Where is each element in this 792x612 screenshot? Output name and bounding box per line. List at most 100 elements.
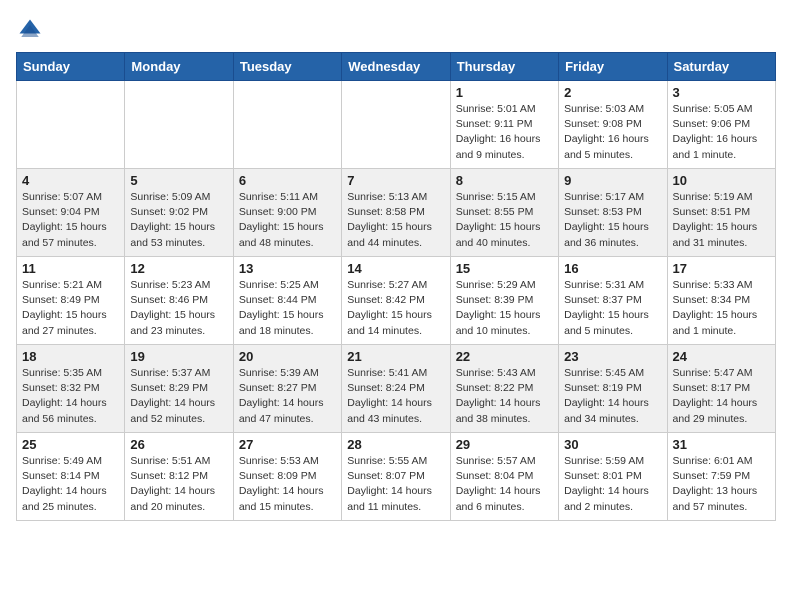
day-number: 22 [456, 349, 553, 364]
day-info: Sunrise: 5:13 AM Sunset: 8:58 PM Dayligh… [347, 190, 444, 251]
day-number: 14 [347, 261, 444, 276]
day-number: 7 [347, 173, 444, 188]
day-number: 28 [347, 437, 444, 452]
calendar-cell: 10 Sunrise: 5:19 AM Sunset: 8:51 PM Dayli… [667, 169, 775, 257]
calendar-cell: 28Sunrise: 5:55 AM Sunset: 8:07 PM Dayli… [342, 433, 450, 521]
weekday-header-tuesday: Tuesday [233, 53, 341, 81]
weekday-header-friday: Friday [559, 53, 667, 81]
calendar-cell: 9Sunrise: 5:17 AM Sunset: 8:53 PM Daylig… [559, 169, 667, 257]
day-info: Sunrise: 5:15 AM Sunset: 8:55 PM Dayligh… [456, 190, 553, 251]
day-number: 24 [673, 349, 770, 364]
calendar-week-5: 25 Sunrise: 5:49 AM Sunset: 8:14 PM Dayli… [17, 433, 776, 521]
calendar-cell: 19 Sunrise: 5:37 AM Sunset: 8:29 PM Dayli… [125, 345, 233, 433]
day-info: Sunrise: 5:45 AM Sunset: 8:19 PM Dayligh… [564, 366, 661, 427]
calendar-cell: 6 Sunrise: 5:11 AM Sunset: 9:00 PM Daylig… [233, 169, 341, 257]
day-number: 26 [130, 437, 227, 452]
calendar-cell [233, 81, 341, 169]
calendar-cell: 18 Sunrise: 5:35 AM Sunset: 8:32 PM Dayli… [17, 345, 125, 433]
day-number: 23 [564, 349, 661, 364]
calendar-week-1: 1 Sunrise: 5:01 AM Sunset: 9:11 PM Daylig… [17, 81, 776, 169]
day-info: Sunrise: 5:29 AM Sunset: 8:39 PM Dayligh… [456, 278, 553, 339]
day-number: 20 [239, 349, 336, 364]
day-number: 25 [22, 437, 119, 452]
calendar-cell: 5 Sunrise: 5:09 AM Sunset: 9:02 PM Daylig… [125, 169, 233, 257]
day-number: 9 [564, 173, 661, 188]
day-info: Sunrise: 5:43 AM Sunset: 8:22 PM Dayligh… [456, 366, 553, 427]
day-info: Sunrise: 5:51 AM Sunset: 8:12 PM Dayligh… [130, 454, 227, 515]
day-number: 5 [130, 173, 227, 188]
calendar-cell [17, 81, 125, 169]
calendar-cell: 30 Sunrise: 5:59 AM Sunset: 8:01 PM Dayli… [559, 433, 667, 521]
day-info: Sunrise: 5:53 AM Sunset: 8:09 PM Dayligh… [239, 454, 336, 515]
calendar-cell: 1 Sunrise: 5:01 AM Sunset: 9:11 PM Daylig… [450, 81, 558, 169]
day-info: Sunrise: 5:35 AM Sunset: 8:32 PM Dayligh… [22, 366, 119, 427]
calendar-cell: 16Sunrise: 5:31 AM Sunset: 8:37 PM Dayli… [559, 257, 667, 345]
calendar-table: SundayMondayTuesdayWednesdayThursdayFrid… [16, 52, 776, 521]
day-number: 10 [673, 173, 770, 188]
logo-icon [16, 16, 44, 44]
calendar-week-3: 11 Sunrise: 5:21 AM Sunset: 8:49 PM Dayli… [17, 257, 776, 345]
calendar-cell: 24 Sunrise: 5:47 AM Sunset: 8:17 PM Dayli… [667, 345, 775, 433]
calendar-cell: 17 Sunrise: 5:33 AM Sunset: 8:34 PM Dayli… [667, 257, 775, 345]
calendar-cell [342, 81, 450, 169]
calendar-cell: 11 Sunrise: 5:21 AM Sunset: 8:49 PM Dayli… [17, 257, 125, 345]
day-number: 30 [564, 437, 661, 452]
weekday-header-sunday: Sunday [17, 53, 125, 81]
day-number: 21 [347, 349, 444, 364]
day-number: 8 [456, 173, 553, 188]
calendar-cell: 31Sunrise: 6:01 AM Sunset: 7:59 PM Dayli… [667, 433, 775, 521]
day-number: 1 [456, 85, 553, 100]
day-number: 4 [22, 173, 119, 188]
day-info: Sunrise: 5:09 AM Sunset: 9:02 PM Dayligh… [130, 190, 227, 251]
day-number: 29 [456, 437, 553, 452]
day-number: 15 [456, 261, 553, 276]
day-info: Sunrise: 5:47 AM Sunset: 8:17 PM Dayligh… [673, 366, 770, 427]
day-info: Sunrise: 5:59 AM Sunset: 8:01 PM Dayligh… [564, 454, 661, 515]
calendar-cell: 26 Sunrise: 5:51 AM Sunset: 8:12 PM Dayli… [125, 433, 233, 521]
day-info: Sunrise: 5:49 AM Sunset: 8:14 PM Dayligh… [22, 454, 119, 515]
weekday-header-thursday: Thursday [450, 53, 558, 81]
day-info: Sunrise: 5:03 AM Sunset: 9:08 PM Dayligh… [564, 102, 661, 163]
calendar-cell [125, 81, 233, 169]
day-info: Sunrise: 5:07 AM Sunset: 9:04 PM Dayligh… [22, 190, 119, 251]
day-number: 18 [22, 349, 119, 364]
calendar-cell: 21 Sunrise: 5:41 AM Sunset: 8:24 PM Dayli… [342, 345, 450, 433]
calendar-cell: 7 Sunrise: 5:13 AM Sunset: 8:58 PM Daylig… [342, 169, 450, 257]
logo [16, 16, 48, 44]
day-info: Sunrise: 5:41 AM Sunset: 8:24 PM Dayligh… [347, 366, 444, 427]
calendar-week-4: 18 Sunrise: 5:35 AM Sunset: 8:32 PM Dayli… [17, 345, 776, 433]
day-number: 2 [564, 85, 661, 100]
day-number: 13 [239, 261, 336, 276]
day-number: 6 [239, 173, 336, 188]
calendar-cell: 15 Sunrise: 5:29 AM Sunset: 8:39 PM Dayli… [450, 257, 558, 345]
day-info: Sunrise: 5:37 AM Sunset: 8:29 PM Dayligh… [130, 366, 227, 427]
day-number: 27 [239, 437, 336, 452]
calendar-cell: 20Sunrise: 5:39 AM Sunset: 8:27 PM Dayli… [233, 345, 341, 433]
day-number: 17 [673, 261, 770, 276]
calendar-cell: 4 Sunrise: 5:07 AM Sunset: 9:04 PM Daylig… [17, 169, 125, 257]
day-info: Sunrise: 5:05 AM Sunset: 9:06 PM Dayligh… [673, 102, 770, 163]
day-number: 31 [673, 437, 770, 452]
calendar-cell: 23 Sunrise: 5:45 AM Sunset: 8:19 PM Dayli… [559, 345, 667, 433]
day-info: Sunrise: 5:27 AM Sunset: 8:42 PM Dayligh… [347, 278, 444, 339]
day-number: 12 [130, 261, 227, 276]
calendar-cell: 22 Sunrise: 5:43 AM Sunset: 8:22 PM Dayli… [450, 345, 558, 433]
day-info: Sunrise: 5:21 AM Sunset: 8:49 PM Dayligh… [22, 278, 119, 339]
day-info: Sunrise: 5:01 AM Sunset: 9:11 PM Dayligh… [456, 102, 553, 163]
day-info: Sunrise: 5:19 AM Sunset: 8:51 PM Dayligh… [673, 190, 770, 251]
calendar-cell: 2 Sunrise: 5:03 AM Sunset: 9:08 PM Daylig… [559, 81, 667, 169]
weekday-header-row: SundayMondayTuesdayWednesdayThursdayFrid… [17, 53, 776, 81]
calendar-cell: 3Sunrise: 5:05 AM Sunset: 9:06 PM Daylig… [667, 81, 775, 169]
calendar-cell: 8 Sunrise: 5:15 AM Sunset: 8:55 PM Daylig… [450, 169, 558, 257]
calendar-cell: 13Sunrise: 5:25 AM Sunset: 8:44 PM Dayli… [233, 257, 341, 345]
day-info: Sunrise: 5:31 AM Sunset: 8:37 PM Dayligh… [564, 278, 661, 339]
day-number: 11 [22, 261, 119, 276]
weekday-header-monday: Monday [125, 53, 233, 81]
day-info: Sunrise: 5:33 AM Sunset: 8:34 PM Dayligh… [673, 278, 770, 339]
day-number: 19 [130, 349, 227, 364]
weekday-header-wednesday: Wednesday [342, 53, 450, 81]
calendar-cell: 25 Sunrise: 5:49 AM Sunset: 8:14 PM Dayli… [17, 433, 125, 521]
calendar-cell: 12Sunrise: 5:23 AM Sunset: 8:46 PM Dayli… [125, 257, 233, 345]
day-info: Sunrise: 5:11 AM Sunset: 9:00 PM Dayligh… [239, 190, 336, 251]
calendar-cell: 29Sunrise: 5:57 AM Sunset: 8:04 PM Dayli… [450, 433, 558, 521]
